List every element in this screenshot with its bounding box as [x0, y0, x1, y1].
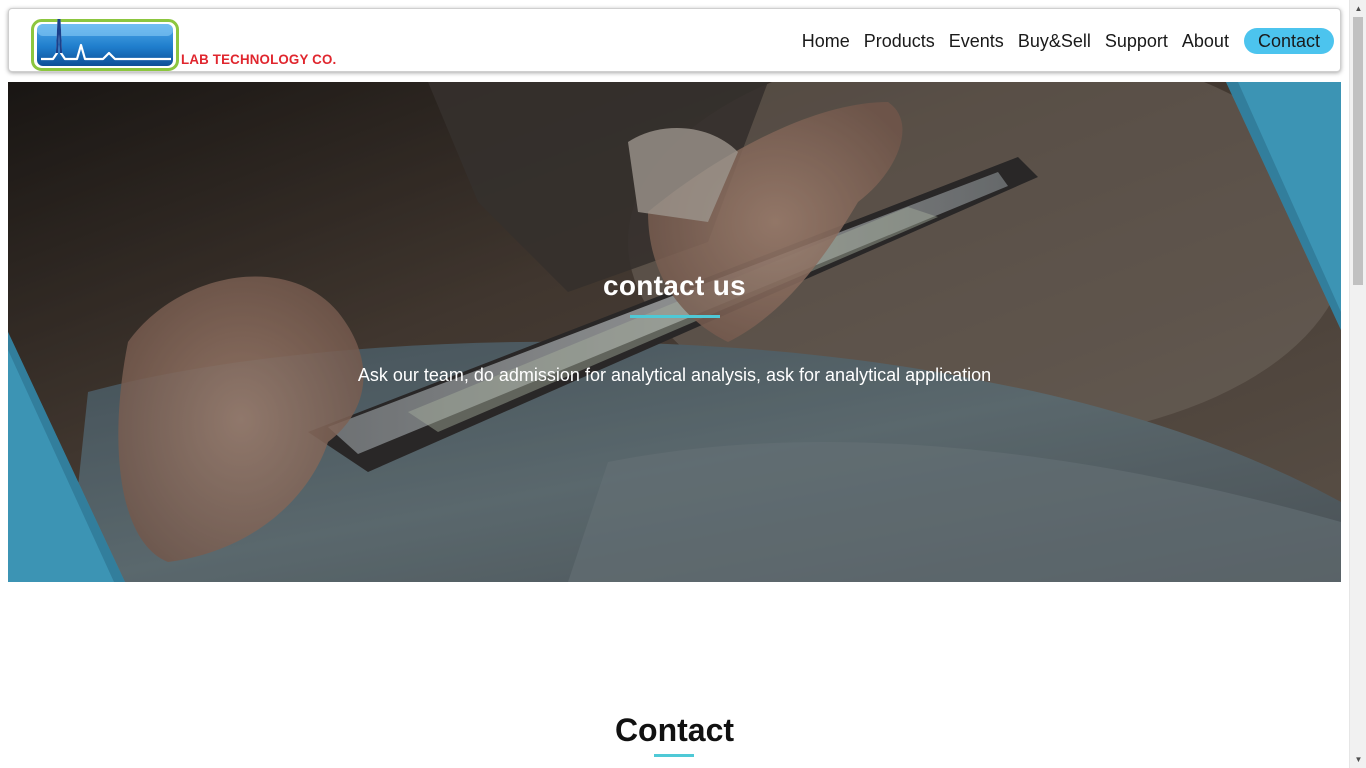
scroll-up-arrow-icon[interactable]: ▲: [1350, 0, 1366, 17]
hero-title: contact us: [602, 270, 747, 301]
logo-text: LAB TECHNOLOGY CO.: [181, 51, 337, 67]
hero-subtitle: Ask our team, do admission for analytica…: [357, 365, 992, 385]
logo-chromatogram-icon: [31, 19, 179, 71]
nav-support[interactable]: Support: [1105, 28, 1168, 54]
contact-section-title: Contact: [614, 712, 735, 748]
main-nav: Home Products Events Buy&Sell Support Ab…: [788, 28, 1334, 54]
top-navbar: LAB TECHNOLOGY CO. Home Products Events …: [8, 8, 1341, 72]
contact-section-underline: [654, 754, 694, 757]
nav-about[interactable]: About: [1182, 28, 1229, 54]
scrollbar-thumb[interactable]: [1353, 17, 1363, 285]
scroll-down-arrow-icon[interactable]: ▼: [1350, 751, 1366, 768]
page-scrollbar[interactable]: ▲ ▼: [1349, 0, 1366, 768]
nav-products[interactable]: Products: [864, 28, 935, 54]
nav-buy-sell[interactable]: Buy&Sell: [1018, 28, 1091, 54]
hero-title-underline: [630, 315, 720, 318]
page: LAB TECHNOLOGY CO. Home Products Events …: [0, 0, 1366, 768]
company-logo[interactable]: LAB TECHNOLOGY CO.: [31, 7, 336, 73]
nav-contact[interactable]: Contact: [1243, 28, 1334, 54]
nav-home[interactable]: Home: [802, 28, 850, 54]
hero-banner: contact us Ask our team, do admission fo…: [8, 82, 1341, 582]
hero-overlay: [8, 82, 1341, 582]
nav-events[interactable]: Events: [949, 28, 1004, 54]
